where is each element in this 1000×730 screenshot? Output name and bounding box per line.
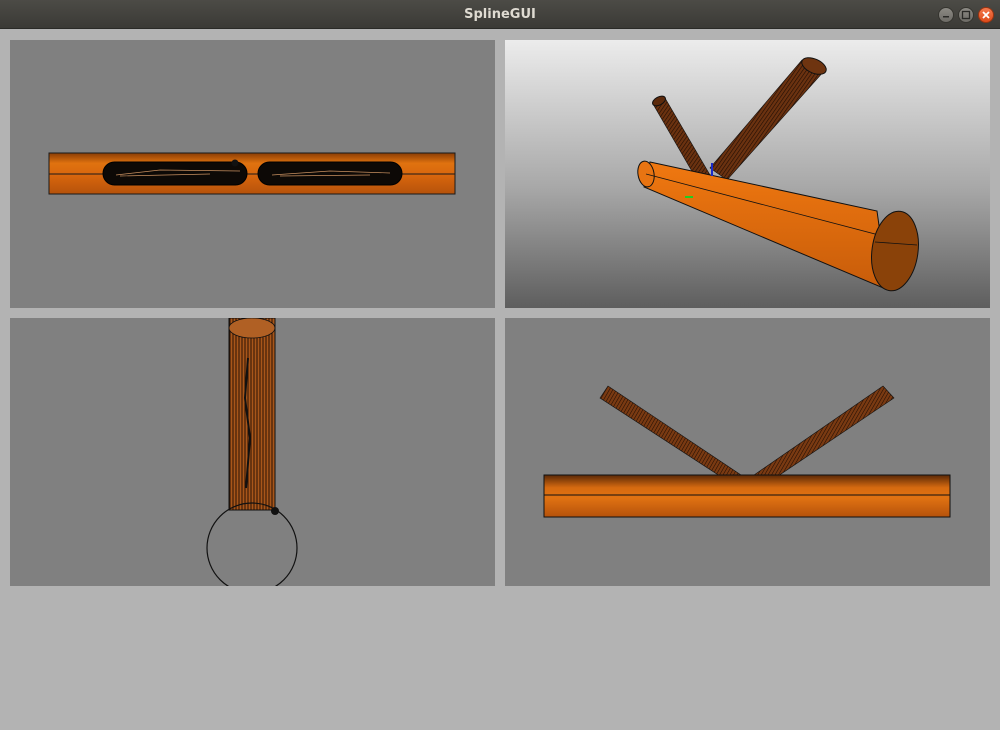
branch-hole-right [257,161,403,186]
close-button[interactable] [978,7,994,23]
top-view-canvas [48,152,456,195]
branch-left-front [599,385,742,479]
viewport-top[interactable] [10,40,495,308]
viewport-perspective[interactable] [505,40,990,308]
window-title: SplineGUI [464,7,536,22]
branch-hole-left [102,159,248,186]
minimize-icon [943,16,949,18]
close-icon [982,11,990,19]
viewport-front[interactable] [505,318,990,586]
maximize-icon [961,10,971,20]
window-titlebar[interactable]: SplineGUI [0,0,1000,29]
maximize-button[interactable] [958,7,974,23]
minimize-button[interactable] [938,7,954,23]
main-pipe-section [206,502,298,586]
main-pipe-3d [637,160,919,292]
branch-pipe-side [228,318,279,515]
viewport-side[interactable] [10,318,495,586]
branch-pipe-long [709,57,827,181]
branch-right-front [753,385,895,479]
perspective-canvas [637,57,919,292]
status-area [0,596,1000,730]
side-view-canvas [206,318,298,586]
front-view-canvas [543,385,951,518]
main-pipe-front [543,474,951,518]
